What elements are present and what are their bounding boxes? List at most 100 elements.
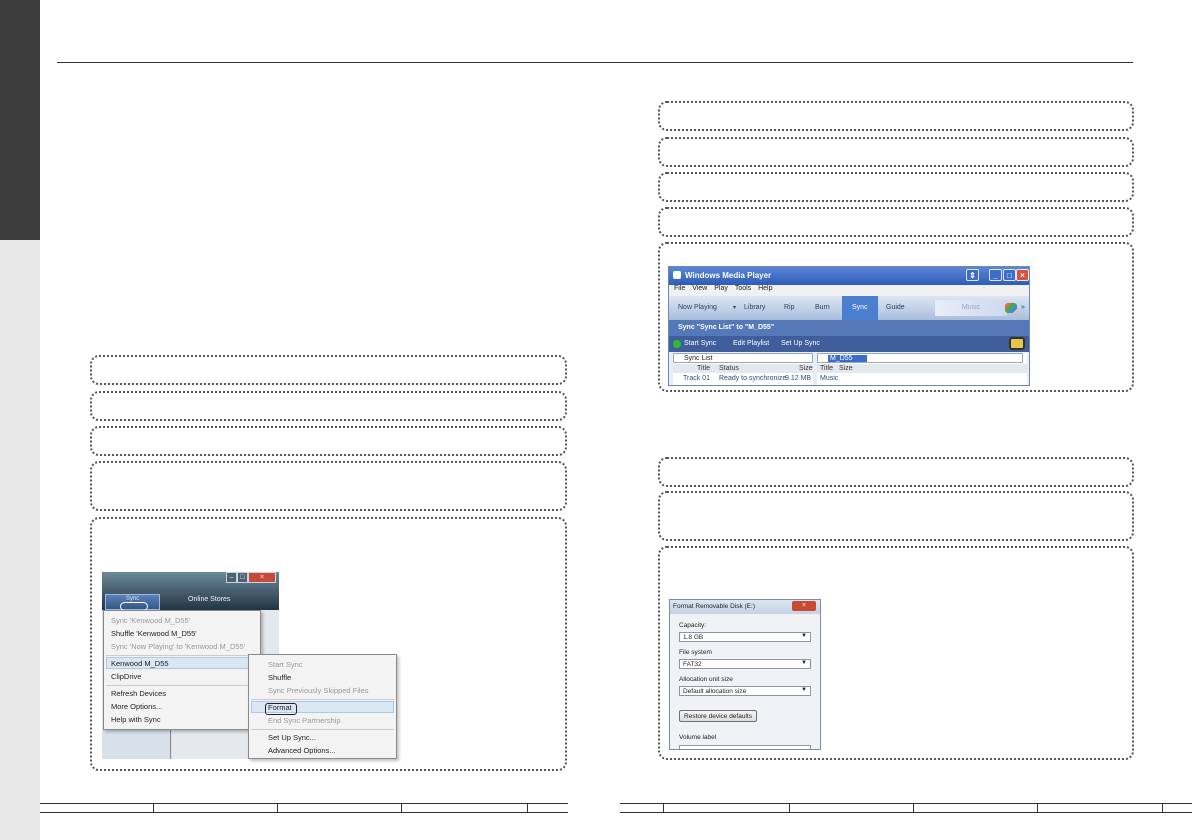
tab-sync[interactable]: Sync [105, 594, 160, 611]
minimize-button[interactable]: _ [989, 269, 1002, 281]
file-system-select[interactable]: FAT32 ▼ [679, 659, 811, 669]
pane-divider [170, 730, 171, 759]
footer-tick [153, 803, 154, 812]
minimize-button[interactable]: – [226, 572, 237, 583]
device-dropdown[interactable]: M_D55 [817, 353, 1023, 363]
capacity-select[interactable]: 1.8 GB ▼ [679, 632, 811, 642]
submenu-item-format[interactable]: Format [268, 703, 292, 712]
set-up-sync-button[interactable]: Set Up Sync [781, 340, 820, 347]
side-tab-strip [0, 240, 40, 840]
more-tabs-icon[interactable]: » [1021, 304, 1025, 311]
col-title[interactable]: Title [697, 365, 710, 372]
maximize-button[interactable]: □ [1003, 269, 1016, 281]
tab-now-playing[interactable]: Now Playing [678, 304, 717, 311]
footer-rule-right [620, 803, 1192, 804]
menu-item-more-options[interactable]: More Options... [111, 702, 162, 711]
row-status: Ready to synchronize [719, 375, 787, 382]
col-size[interactable]: Size [799, 365, 813, 372]
footer-rule-right [620, 812, 1192, 813]
file-system-label: File system [679, 649, 712, 656]
menu-help[interactable]: Help [758, 285, 772, 292]
submenu-item-set-up-sync[interactable]: Set Up Sync... [268, 733, 316, 742]
sync-options-icon[interactable] [1009, 337, 1025, 350]
step-box [658, 137, 1134, 167]
capacity-value: 1.8 GB [683, 634, 704, 641]
menu-item-sync-device[interactable]: Sync 'Kenwood M_D55' [111, 616, 190, 625]
step-box [658, 491, 1134, 541]
close-button[interactable]: × [792, 601, 816, 611]
sync-header-text: Sync "Sync List" to "M_D55" [678, 324, 775, 331]
device-dropdown-label: M_D55 [828, 355, 867, 362]
file-system-value: FAT32 [683, 661, 702, 668]
menu-item-refresh-devices[interactable]: Refresh Devices [111, 689, 166, 698]
sync-list-dropdown[interactable]: Sync List [673, 353, 813, 363]
wmp-navbar: Now Playing ▾ Library Rip Burn Sync Guid… [669, 296, 1029, 320]
submenu-item-end-partnership[interactable]: End Sync Partnership [268, 716, 341, 725]
col-size[interactable]: Size [839, 365, 853, 372]
sync-header: Sync "Sync List" to "M_D55" [669, 320, 1029, 336]
submenu-item-start-sync[interactable]: Start Sync [268, 660, 303, 669]
row-size: 9.12 MB [785, 375, 812, 382]
submenu-item-advanced-options[interactable]: Advanced Options... [268, 746, 336, 755]
menu-separator [106, 685, 258, 686]
switch-view-icon[interactable]: ⇕ [966, 269, 979, 281]
footer-tick [277, 803, 278, 812]
music-label: Music [935, 300, 1007, 316]
footer-tick [1037, 803, 1038, 812]
menu-view[interactable]: View [692, 285, 707, 292]
wmp-app-icon [673, 271, 681, 279]
sync-list-dropdown-label: Sync List [684, 355, 713, 362]
maximize-button[interactable]: □ [237, 572, 248, 583]
menu-item-clipdrive[interactable]: ClipDrive [111, 672, 141, 681]
tab-guide[interactable]: Guide [886, 304, 905, 311]
col-status[interactable]: Status [719, 365, 739, 372]
footer-rule-left [40, 803, 568, 804]
windows-logo-icon [1005, 303, 1017, 313]
table-row[interactable]: Track 01 Ready to synchronize 9.12 MB [673, 374, 813, 383]
footer-tick [663, 803, 664, 812]
dialog-titlebar: Format Removable Disk (E:) × [670, 600, 820, 614]
col-title[interactable]: Title [820, 365, 833, 372]
step-box [658, 101, 1134, 131]
submenu-item-sync-skipped[interactable]: Sync Previously Skipped Files [268, 686, 368, 695]
wmp-title: Windows Media Player [685, 271, 772, 280]
step-box [658, 207, 1134, 237]
footer-rule-left [40, 812, 568, 813]
close-button[interactable]: × [1016, 269, 1029, 281]
footer-tick [527, 803, 528, 812]
volume-label-input[interactable] [679, 745, 811, 749]
step-box [90, 355, 567, 385]
menu-file[interactable]: File [674, 285, 685, 292]
menu-item-shuffle-device[interactable]: Shuffle 'Kenwood M_D55' [111, 629, 197, 638]
step-box [90, 426, 567, 456]
list-item[interactable]: Music [817, 374, 1027, 383]
tab-library[interactable]: Library [744, 304, 765, 311]
restore-defaults-button[interactable]: Restore device defaults [679, 710, 757, 722]
menu-separator [106, 655, 258, 656]
dropdown-arrow-icon[interactable]: ▾ [733, 304, 736, 311]
edit-playlist-button[interactable]: Edit Playlist [733, 340, 769, 347]
start-sync-button[interactable]: Start Sync [684, 340, 716, 347]
dialog-title: Format Removable Disk (E:) [673, 603, 755, 610]
wmp-menubar: File View Play Tools Help [669, 285, 1029, 296]
tab-online-stores[interactable]: Online Stores [188, 596, 230, 603]
submenu-item-shuffle[interactable]: Shuffle [268, 673, 291, 682]
allocation-select[interactable]: Default allocation size ▼ [679, 686, 811, 696]
allocation-value: Default allocation size [683, 688, 747, 695]
tab-burn[interactable]: Burn [815, 304, 830, 311]
step-box [90, 461, 567, 511]
menu-play[interactable]: Play [714, 285, 728, 292]
device-list-header: Title Size [817, 364, 1027, 373]
tab-rip[interactable]: Rip [784, 304, 795, 311]
menu-item-kenwood[interactable]: Kenwood M_D55 [111, 659, 169, 668]
close-button[interactable]: × [248, 572, 276, 583]
menu-tools[interactable]: Tools [735, 285, 751, 292]
footer-tick [401, 803, 402, 812]
menu-item-help-with-sync[interactable]: Help with Sync [111, 715, 161, 724]
sync-list-pane: Sync List Title Status Size Track 01 Rea… [673, 353, 813, 385]
tab-sync[interactable]: Sync [842, 296, 878, 320]
menu-item-sync-now-playing[interactable]: Sync 'Now Playing' to 'Kenwood M_D55' [111, 642, 245, 651]
header-rule [57, 62, 1133, 63]
capacity-label: Capacity: [679, 622, 707, 629]
device-submenu: Start Sync Shuffle Sync Previously Skipp… [248, 654, 397, 759]
